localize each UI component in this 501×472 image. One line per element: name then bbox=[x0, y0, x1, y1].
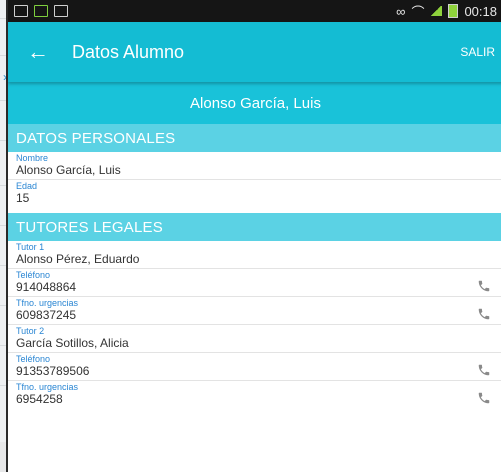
clock: 00:18 bbox=[464, 3, 497, 19]
field-label: Edad bbox=[16, 181, 38, 191]
phone-icon[interactable] bbox=[477, 279, 490, 293]
field-label: Tutor 2 bbox=[16, 326, 45, 336]
back-button[interactable]: ← bbox=[18, 39, 58, 65]
field-value: Alonso Pérez, Eduardo bbox=[16, 252, 140, 266]
wifi-icon: ⌒ bbox=[411, 4, 425, 20]
tutor-1-telefono[interactable]: Teléfono 914048864 bbox=[8, 269, 501, 297]
page-title: Datos Alumno bbox=[72, 41, 185, 62]
phone-icon[interactable] bbox=[477, 307, 490, 321]
salir-button[interactable]: SALIR bbox=[460, 45, 495, 59]
field-value: 914048864 bbox=[16, 280, 77, 294]
tutor-1: Tutor 1 Alonso Pérez, Eduardo bbox=[8, 241, 501, 269]
phone-icon[interactable] bbox=[477, 391, 490, 405]
field-label: Nombre bbox=[16, 153, 49, 163]
tutor-2: Tutor 2 García Sotillos, Alicia bbox=[8, 325, 501, 353]
field-value: 6954258 bbox=[16, 392, 63, 406]
field-value: Alonso García, Luis bbox=[16, 163, 121, 177]
status-notifications bbox=[14, 5, 68, 17]
section-tutores-legales: TUTORES LEGALES bbox=[8, 213, 501, 241]
student-name-banner: Alonso García, Luis bbox=[8, 82, 501, 124]
field-label: Teléfono bbox=[16, 270, 51, 280]
download-icon bbox=[34, 5, 48, 17]
app-bar: ← Datos Alumno SALIR bbox=[8, 22, 501, 82]
vibrate-icon: ∞ bbox=[396, 3, 406, 19]
field-value: 609837245 bbox=[16, 308, 77, 322]
field-edad: Edad 15 bbox=[8, 180, 501, 207]
signal-icon bbox=[430, 6, 443, 16]
tutor-2-urgencias[interactable]: Tfno. urgencias 6954258 bbox=[8, 381, 501, 408]
field-value: 15 bbox=[16, 191, 30, 205]
field-label: Teléfono bbox=[16, 354, 51, 364]
phone-screen: ∞ ⌒ 00:18 ← Datos Alumno SALIR Alonso Ga… bbox=[6, 0, 501, 472]
field-value: 91353789506 bbox=[16, 364, 90, 378]
tutor-2-telefono[interactable]: Teléfono 91353789506 bbox=[8, 353, 501, 381]
field-label: Tfno. urgencias bbox=[16, 298, 79, 308]
field-label: Tutor 1 bbox=[16, 242, 45, 252]
status-bar: ∞ ⌒ 00:18 bbox=[8, 0, 501, 22]
gallery-icon bbox=[14, 5, 28, 17]
status-system: ∞ ⌒ 00:18 bbox=[396, 2, 497, 21]
section-datos-personales: DATOS PERSONALES bbox=[8, 124, 501, 152]
phone-icon[interactable] bbox=[477, 363, 490, 377]
image-icon bbox=[54, 5, 68, 17]
battery-icon bbox=[448, 4, 459, 18]
field-value: García Sotillos, Alicia bbox=[16, 336, 129, 350]
field-label: Tfno. urgencias bbox=[16, 382, 79, 392]
arrow-left-icon: ← bbox=[27, 39, 49, 64]
tutor-1-urgencias[interactable]: Tfno. urgencias 609837245 bbox=[8, 297, 501, 325]
field-nombre: Nombre Alonso García, Luis bbox=[8, 152, 501, 180]
